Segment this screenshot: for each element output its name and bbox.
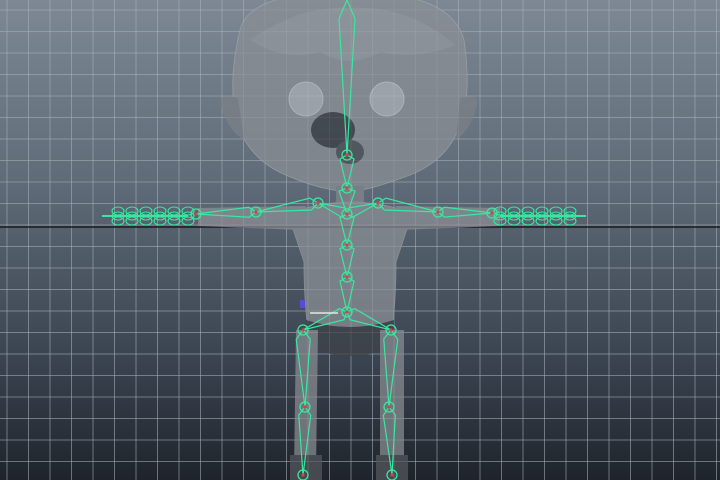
finger-joint[interactable] [549, 216, 563, 226]
joint-center [345, 310, 349, 314]
joint-center [303, 405, 307, 409]
joint-center [345, 243, 349, 247]
viewport-3d-front[interactable] [0, 0, 720, 480]
finger-joint[interactable] [167, 216, 181, 226]
mesh-leg-right[interactable] [380, 330, 404, 470]
joint-center [254, 210, 258, 214]
mesh-torso[interactable] [291, 201, 409, 338]
joint-center [194, 212, 198, 216]
mesh-arm-right[interactable] [396, 206, 500, 230]
joint-center [345, 153, 349, 157]
hand-joints-right[interactable] [493, 206, 586, 226]
joint-center [345, 186, 349, 190]
viewport-canvas[interactable] [0, 0, 720, 480]
joint-center [436, 210, 440, 214]
joint-center [490, 211, 494, 215]
joint-center [345, 212, 349, 216]
joint-center [389, 328, 393, 332]
finger-joint[interactable] [111, 216, 125, 226]
mesh-shoe-left[interactable] [290, 455, 322, 480]
mesh-eye-right[interactable] [369, 81, 405, 117]
joint-center [390, 473, 394, 477]
joint-center [376, 201, 380, 205]
finger-joint[interactable] [153, 216, 167, 226]
finger-joint[interactable] [139, 216, 153, 226]
finger-joint[interactable] [535, 216, 549, 226]
joint-center [301, 473, 305, 477]
joint-center [345, 275, 349, 279]
joint-center [387, 405, 391, 409]
finger-joint[interactable] [507, 216, 521, 226]
finger-joint[interactable] [521, 216, 535, 226]
mesh-eye-left[interactable] [288, 81, 324, 117]
joint-center [301, 328, 305, 332]
finger-joint[interactable] [181, 216, 195, 226]
joint-center [316, 201, 320, 205]
hand-joints-left[interactable] [102, 206, 195, 226]
